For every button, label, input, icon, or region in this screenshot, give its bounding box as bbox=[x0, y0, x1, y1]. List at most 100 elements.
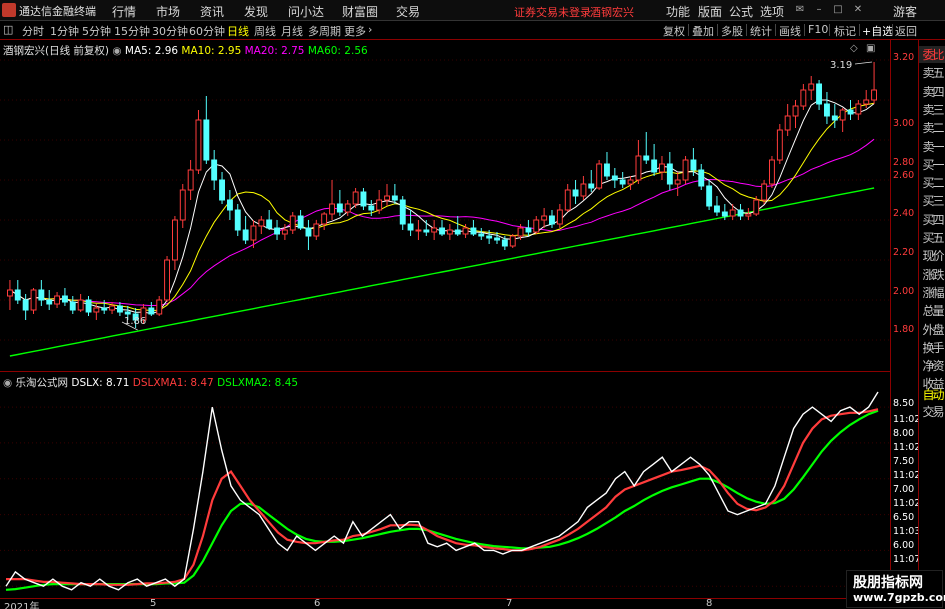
candle[interactable] bbox=[839, 108, 846, 132]
candle[interactable] bbox=[164, 256, 171, 302]
candle[interactable] bbox=[737, 204, 744, 220]
candle[interactable] bbox=[38, 280, 45, 306]
candle[interactable] bbox=[533, 216, 540, 234]
candle[interactable] bbox=[509, 234, 516, 248]
candle[interactable] bbox=[321, 212, 328, 230]
menu-item-wealth[interactable]: 财富圈 bbox=[342, 3, 378, 20]
menu-item-market[interactable]: 市场 bbox=[156, 3, 180, 20]
candle[interactable] bbox=[784, 104, 791, 136]
side-panel-item[interactable]: 换手 bbox=[919, 339, 945, 356]
side-panel-item[interactable]: 买五 bbox=[919, 229, 945, 246]
add-watchlist-button[interactable]: +自选 bbox=[862, 23, 893, 39]
period-1min[interactable]: 1分钟 bbox=[50, 23, 79, 39]
candle[interactable] bbox=[431, 220, 438, 240]
side-panel-item[interactable]: 买三 bbox=[919, 192, 945, 209]
candle[interactable] bbox=[360, 188, 367, 210]
candle[interactable] bbox=[651, 144, 658, 176]
candle[interactable] bbox=[313, 220, 320, 240]
candle[interactable] bbox=[446, 224, 453, 240]
side-panel-item[interactable]: 外盘 bbox=[919, 321, 945, 338]
candle[interactable] bbox=[454, 216, 461, 236]
side-panel-item[interactable]: 卖五 bbox=[919, 64, 945, 81]
candle[interactable] bbox=[596, 160, 603, 190]
period-daily[interactable]: 日线 bbox=[227, 23, 249, 39]
candle[interactable] bbox=[407, 210, 414, 236]
candle[interactable] bbox=[556, 204, 563, 228]
menu-item-discover[interactable]: 发现 bbox=[244, 3, 268, 20]
menu-item-quotes[interactable]: 行情 bbox=[112, 3, 136, 20]
candle[interactable] bbox=[266, 210, 273, 230]
kline-chart-area[interactable]: 酒钢宏兴(日线 前复权) ◉ MA5: 2.96 MA10: 2.95 MA20… bbox=[0, 40, 890, 372]
period-multi[interactable]: 多周期 bbox=[308, 23, 341, 39]
multi-stock-button[interactable]: 多股 bbox=[721, 23, 743, 39]
side-panel-item[interactable]: 买四 bbox=[919, 211, 945, 228]
panel-toggle-icon[interactable]: ▣ bbox=[866, 43, 875, 54]
candle[interactable] bbox=[211, 150, 218, 190]
period-15min[interactable]: 15分钟 bbox=[114, 23, 150, 39]
side-panel-item[interactable]: 卖一 bbox=[919, 138, 945, 155]
guest-user[interactable]: 游客 bbox=[893, 3, 917, 20]
draw-button[interactable]: 画线 bbox=[779, 23, 801, 39]
candle[interactable] bbox=[148, 302, 155, 316]
candle[interactable] bbox=[816, 80, 822, 110]
candle[interactable] bbox=[195, 110, 202, 174]
candle[interactable] bbox=[769, 156, 775, 188]
period-weekly[interactable]: 周线 bbox=[254, 23, 276, 39]
candle[interactable] bbox=[470, 220, 477, 236]
side-panel-item[interactable]: 卖三 bbox=[919, 101, 945, 118]
candle[interactable] bbox=[305, 220, 312, 250]
candle[interactable] bbox=[22, 294, 29, 320]
chevron-right-icon[interactable]: › bbox=[368, 23, 372, 36]
close-icon[interactable]: ✕ bbox=[852, 4, 864, 16]
candle[interactable] bbox=[682, 156, 689, 184]
candle[interactable] bbox=[156, 296, 163, 316]
diamond-icon[interactable]: ◇ bbox=[850, 43, 858, 54]
candle[interactable] bbox=[172, 216, 178, 270]
candle[interactable] bbox=[234, 204, 241, 236]
indicator-chart[interactable] bbox=[0, 373, 890, 599]
side-panel-item[interactable]: 卖二 bbox=[919, 119, 945, 136]
candle[interactable] bbox=[242, 216, 249, 244]
candle[interactable] bbox=[525, 220, 532, 236]
dropdown-icon[interactable]: ◉ bbox=[112, 45, 121, 57]
candle[interactable] bbox=[635, 140, 642, 184]
candle[interactable] bbox=[258, 216, 265, 234]
candle[interactable] bbox=[824, 92, 830, 124]
candle[interactable] bbox=[871, 62, 877, 104]
candle[interactable] bbox=[85, 296, 92, 316]
candle[interactable] bbox=[800, 84, 807, 110]
candle[interactable] bbox=[611, 168, 618, 188]
candle[interactable] bbox=[439, 220, 446, 236]
back-button[interactable]: 返回 bbox=[895, 23, 917, 39]
period-5min[interactable]: 5分钟 bbox=[82, 23, 111, 39]
candle[interactable] bbox=[423, 220, 430, 236]
candle[interactable] bbox=[478, 228, 485, 240]
candle[interactable] bbox=[179, 184, 186, 228]
side-panel-button[interactable]: 交易 bbox=[919, 403, 945, 420]
candle[interactable] bbox=[776, 124, 783, 164]
candle[interactable] bbox=[808, 76, 815, 100]
period-monthly[interactable]: 月线 bbox=[281, 23, 303, 39]
side-panel-item[interactable]: 现价 bbox=[919, 247, 945, 264]
f10-button[interactable]: F10 bbox=[808, 23, 828, 36]
formula-icon[interactable]: ◉ bbox=[3, 377, 12, 389]
mail-icon[interactable]: ✉ bbox=[794, 4, 806, 16]
candle[interactable] bbox=[564, 184, 571, 212]
candle[interactable] bbox=[698, 164, 705, 190]
candle[interactable] bbox=[336, 190, 343, 216]
side-panel-item[interactable]: 涨跌 bbox=[919, 266, 945, 283]
menu-item-formula[interactable]: 公式 bbox=[729, 3, 753, 20]
candle[interactable] bbox=[729, 204, 736, 220]
candle[interactable] bbox=[30, 288, 37, 314]
menu-item-options[interactable]: 选项 bbox=[760, 3, 784, 20]
candle[interactable] bbox=[541, 208, 548, 228]
menu-item-function[interactable]: 功能 bbox=[666, 3, 690, 20]
candle[interactable] bbox=[62, 288, 68, 306]
period-more[interactable]: 更多 bbox=[344, 23, 366, 39]
candle[interactable] bbox=[187, 160, 194, 200]
indicator-chart-area[interactable]: ◉ 乐淘公式网 DSLX: 8.71 DSLXMA1: 8.47 DSLXMA2… bbox=[0, 373, 890, 599]
candle[interactable] bbox=[855, 100, 862, 120]
candle[interactable] bbox=[604, 152, 610, 180]
candle[interactable] bbox=[399, 196, 406, 230]
candle[interactable] bbox=[69, 296, 76, 314]
